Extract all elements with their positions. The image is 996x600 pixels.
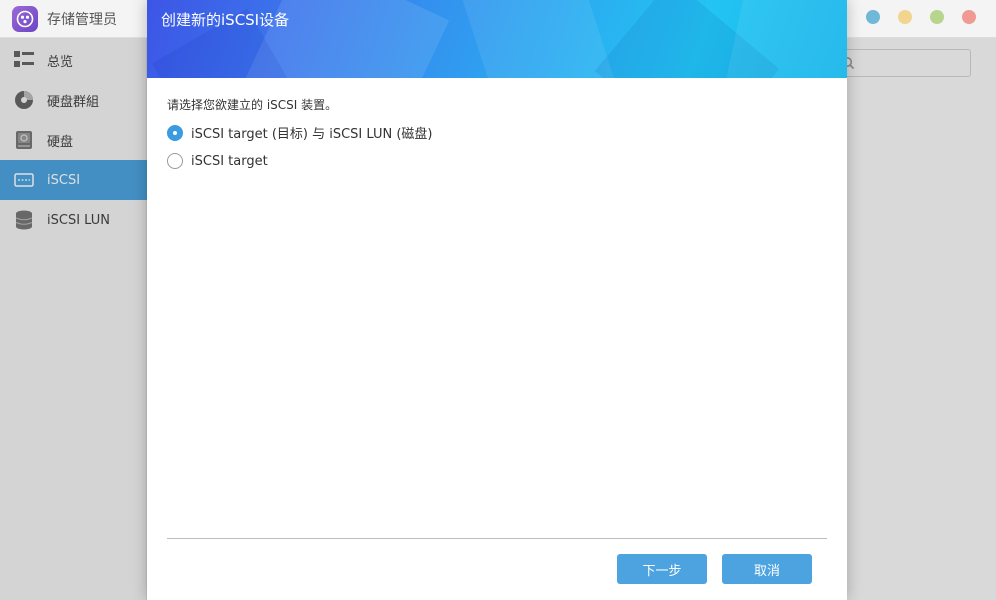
radio-button[interactable]: [167, 153, 183, 169]
radio-button[interactable]: [167, 124, 183, 141]
window-control-maximize[interactable]: [930, 10, 944, 24]
dialog-title: 创建新的iSCSI设备: [161, 11, 290, 29]
option-target-and-lun[interactable]: iSCSI target (目标) 与 iSCSI LUN (磁盘): [167, 123, 433, 142]
window-control-info[interactable]: [866, 10, 880, 24]
option-label: iSCSI target: [191, 153, 268, 169]
window-controls: [866, 10, 994, 24]
next-button[interactable]: 下一步: [617, 554, 707, 584]
window-control-close[interactable]: [962, 10, 976, 24]
option-target-only[interactable]: iSCSI target: [167, 153, 268, 169]
window-control-minimize[interactable]: [898, 10, 912, 24]
footer-divider: [167, 538, 827, 539]
create-iscsi-dialog: 创建新的iSCSI设备 请选择您欲建立的 iSCSI 装置。 iSCSI tar…: [147, 0, 847, 600]
cancel-button[interactable]: 取消: [722, 554, 812, 584]
app-title: 存储管理员: [47, 12, 117, 28]
app-logo-icon: [12, 6, 38, 32]
option-label: iSCSI target (目标) 与 iSCSI LUN (磁盘): [191, 127, 433, 142]
dialog-header: 创建新的iSCSI设备: [147, 0, 847, 78]
dialog-prompt: 请选择您欲建立的 iSCSI 装置。: [167, 98, 338, 112]
